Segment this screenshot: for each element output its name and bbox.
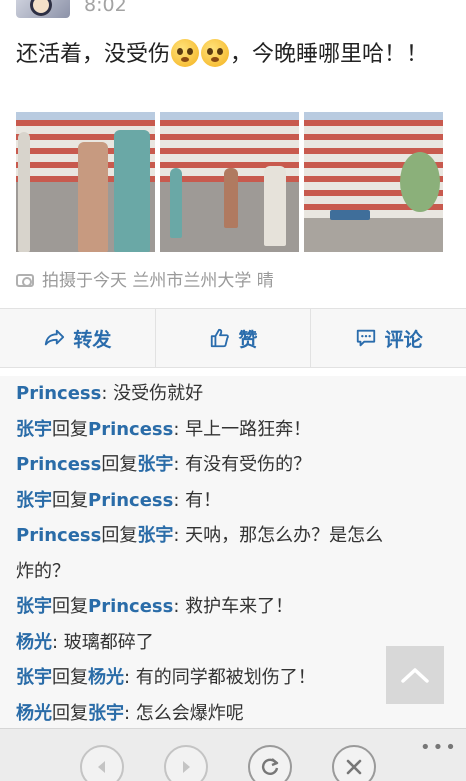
photo-1[interactable] bbox=[16, 112, 155, 252]
comment-item-continued: 炸的？ bbox=[16, 554, 450, 590]
sweat-emoji-icon bbox=[201, 39, 230, 67]
comment-text: : 玻璃都碎了 bbox=[52, 631, 154, 653]
comment-item: Princess回复张宇: 天呐，那怎么办？是怎么 bbox=[16, 518, 450, 554]
comment-text: : 没受伤就好 bbox=[101, 383, 204, 404]
close-button[interactable] bbox=[332, 745, 376, 781]
comment-author[interactable]: 张宇 bbox=[16, 490, 52, 511]
comment-text: : 怎么会爆炸呢 bbox=[124, 702, 244, 724]
sweat-emoji-icon bbox=[171, 39, 200, 67]
reply-to-name[interactable]: Princess bbox=[88, 596, 173, 617]
photo-grid bbox=[16, 112, 443, 252]
post-text-part2: ，今晚睡哪里哈！！ bbox=[230, 42, 429, 67]
comment-item: 张宇回复Princess: 有！ bbox=[16, 483, 450, 519]
comment-author[interactable]: 杨光 bbox=[16, 632, 52, 653]
comment-label: 评论 bbox=[384, 328, 423, 351]
browser-toolbar: ••• bbox=[0, 728, 466, 781]
post-text: 还活着，没受伤 ，今晚睡哪里哈！！ bbox=[16, 38, 436, 72]
reply-word: 回复 bbox=[52, 702, 88, 724]
comment-text: : 救护车来了！ bbox=[173, 596, 294, 617]
reply-word: 回复 bbox=[52, 489, 88, 511]
camera-icon bbox=[16, 274, 34, 287]
reply-to-name[interactable]: Princess bbox=[88, 490, 173, 511]
reply-to-name[interactable]: 张宇 bbox=[88, 703, 124, 724]
reply-word: 回复 bbox=[101, 525, 138, 546]
scroll-to-top-button[interactable] bbox=[386, 646, 444, 704]
comment-item: 杨光回复张宇: 怎么会爆炸呢 bbox=[16, 696, 450, 732]
chevron-up-icon bbox=[401, 668, 429, 683]
repost-label: 转发 bbox=[73, 328, 112, 351]
photo-location: 拍摄于今天 兰州市兰州大学 晴 bbox=[16, 266, 274, 291]
comment-author[interactable]: Princess bbox=[16, 525, 101, 546]
comment-button[interactable]: 评论 bbox=[310, 309, 466, 367]
more-menu-icon[interactable]: ••• bbox=[420, 737, 458, 758]
repost-icon bbox=[45, 329, 65, 346]
post-text-part1: 还活着，没受伤 bbox=[16, 42, 171, 67]
reply-word: 回复 bbox=[52, 596, 88, 617]
comment-text: : 有没有受伤的？ bbox=[173, 454, 312, 475]
back-button[interactable] bbox=[80, 745, 124, 781]
comment-text: : 有！ bbox=[173, 489, 222, 511]
refresh-icon bbox=[261, 758, 279, 775]
like-label: 赞 bbox=[238, 328, 258, 351]
photo-3[interactable] bbox=[304, 112, 443, 252]
comment-author[interactable]: Princess bbox=[16, 383, 101, 404]
repost-button[interactable]: 转发 bbox=[0, 309, 155, 367]
comment-icon bbox=[356, 329, 375, 347]
post-header: 8:02 bbox=[0, 0, 466, 22]
comment-text: : 有的同学都被划伤了！ bbox=[124, 667, 316, 688]
post-time: 8:02 bbox=[84, 0, 127, 16]
photo-2[interactable] bbox=[160, 112, 299, 252]
reply-to-name[interactable]: 杨光 bbox=[88, 667, 124, 688]
like-button[interactable]: 赞 bbox=[154, 309, 311, 367]
reply-word: 回复 bbox=[52, 418, 88, 440]
comment-item: 张宇回复Princess: 救护车来了！ bbox=[16, 589, 450, 625]
reply-to-name[interactable]: Princess bbox=[88, 419, 173, 440]
action-bar: 转发 赞 评论 bbox=[0, 308, 466, 368]
close-icon bbox=[346, 759, 362, 775]
comment-item: 张宇回复杨光: 有的同学都被划伤了！ bbox=[16, 660, 450, 696]
comment-text: : 天呐，那怎么办？是怎么 bbox=[173, 525, 384, 546]
location-text: 拍摄于今天 兰州市兰州大学 晴 bbox=[42, 271, 274, 291]
forward-button[interactable] bbox=[164, 745, 208, 781]
comment-author[interactable]: Princess bbox=[16, 454, 101, 475]
comment-author[interactable]: 张宇 bbox=[16, 667, 52, 688]
avatar[interactable] bbox=[16, 0, 70, 18]
refresh-button[interactable] bbox=[248, 745, 292, 781]
forward-icon bbox=[183, 761, 190, 773]
reply-to-name[interactable]: 张宇 bbox=[137, 525, 173, 546]
comment-item: Princess: 没受伤就好 bbox=[16, 376, 450, 412]
reply-to-name[interactable]: 张宇 bbox=[137, 454, 173, 475]
comment-author[interactable]: 张宇 bbox=[16, 596, 52, 617]
comment-author[interactable]: 张宇 bbox=[16, 419, 52, 440]
reply-word: 回复 bbox=[101, 454, 138, 475]
comment-text: : 早上一路狂奔！ bbox=[173, 418, 312, 440]
comment-item: Princess回复张宇: 有没有受伤的？ bbox=[16, 447, 450, 483]
thumbs-up-icon bbox=[210, 328, 229, 348]
comment-item: 张宇回复Princess: 早上一路狂奔！ bbox=[16, 412, 450, 448]
comment-item: 杨光: 玻璃都碎了 bbox=[16, 625, 450, 661]
back-icon bbox=[98, 761, 105, 773]
comment-text: 炸的？ bbox=[16, 560, 70, 582]
reply-word: 回复 bbox=[52, 667, 88, 688]
comment-author[interactable]: 杨光 bbox=[16, 703, 52, 724]
